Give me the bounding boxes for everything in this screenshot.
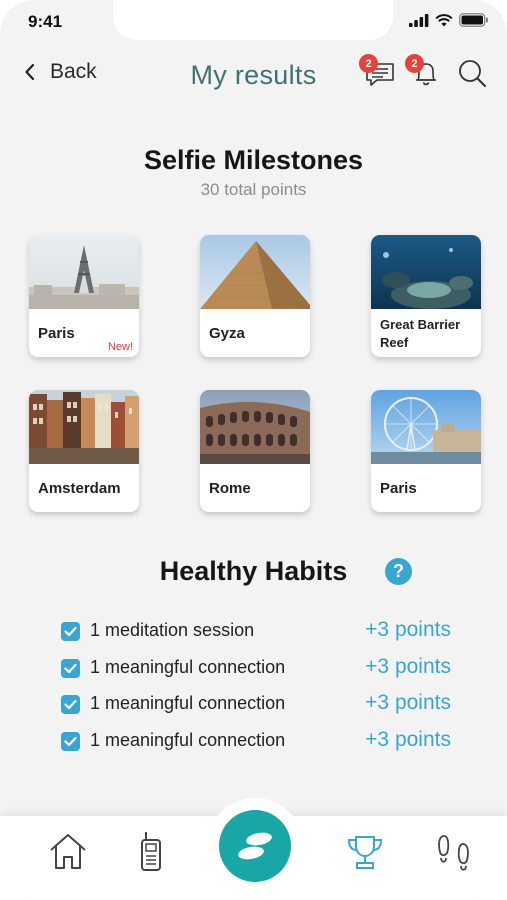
- milestone-card-gyza[interactable]: Gyza: [200, 235, 310, 357]
- coral-reef-photo: [371, 235, 481, 309]
- nav-footsteps[interactable]: [436, 832, 472, 879]
- checkmark-icon: [64, 626, 77, 637]
- healthy-habits-title: Healthy Habits: [159, 556, 348, 586]
- habit-points: +3 points: [365, 655, 451, 678]
- card-label: Rome: [209, 480, 251, 497]
- card-label: Great Barrier Reef: [380, 317, 461, 350]
- milestone-card-great-barrier-reef[interactable]: Great Barrier Reef: [371, 235, 481, 357]
- habit-checkbox[interactable]: [61, 622, 80, 641]
- ferris-wheel-photo: [371, 390, 481, 464]
- new-badge: New!: [107, 341, 133, 353]
- milestone-card-amsterdam[interactable]: Amsterdam: [29, 390, 139, 512]
- card-label: Amsterdam: [38, 480, 121, 497]
- home-icon: [50, 834, 86, 869]
- help-icon[interactable]: ?: [385, 558, 412, 585]
- habit-points: +3 points: [365, 728, 451, 751]
- habit-points: +3 points: [365, 618, 451, 641]
- notifications-button[interactable]: 2: [405, 54, 443, 90]
- canal-houses-photo: [29, 390, 139, 464]
- phone-screen: 9:41 Back My results 2 2 Selfie Mileston…: [0, 0, 507, 900]
- nav-trophy[interactable]: [345, 832, 385, 877]
- habit-row: 1 meaningful connection +3 points: [61, 691, 451, 719]
- footprint-logo-icon: [238, 832, 272, 860]
- messages-badge: 2: [359, 54, 378, 73]
- milestone-card-paris-2[interactable]: Paris: [371, 390, 481, 512]
- wifi-icon: [435, 13, 453, 26]
- total-points: 30 total points: [200, 180, 307, 199]
- habit-label: 1 meditation session: [90, 620, 255, 640]
- footsteps-icon: [438, 835, 469, 871]
- header: Back My results 2 2: [0, 50, 507, 100]
- nav-center-button[interactable]: [219, 810, 291, 882]
- notch: [113, 0, 393, 40]
- status-icons: [409, 13, 489, 27]
- card-label: Gyza: [209, 325, 245, 342]
- notifications-badge: 2: [405, 54, 424, 73]
- status-time: 9:41: [28, 12, 63, 31]
- eiffel-tower-photo: [29, 235, 139, 309]
- messages-button[interactable]: 2: [359, 54, 397, 90]
- nav-home[interactable]: [48, 830, 88, 877]
- search-icon: [459, 60, 486, 87]
- selfie-milestones-title: Selfie Milestones: [143, 145, 364, 175]
- checkmark-icon: [64, 699, 77, 710]
- battery-icon: [459, 13, 488, 27]
- milestone-card-rome[interactable]: Rome: [200, 390, 310, 512]
- card-label: Paris: [38, 325, 75, 342]
- nav-walkie-talkie[interactable]: [134, 830, 168, 879]
- cellular-signal-icon: [409, 13, 429, 27]
- habit-row: 1 meaningful connection +3 points: [61, 655, 451, 683]
- habit-label: 1 meaningful connection: [90, 730, 286, 750]
- habit-label: 1 meaningful connection: [90, 693, 286, 713]
- checkmark-icon: [64, 736, 77, 747]
- habit-checkbox[interactable]: [61, 732, 80, 751]
- colosseum-photo: [200, 390, 310, 464]
- habit-checkbox[interactable]: [61, 659, 80, 678]
- habit-points: +3 points: [365, 691, 451, 714]
- checkmark-icon: [64, 663, 77, 674]
- habit-row: 1 meaningful connection +3 points: [61, 728, 451, 756]
- walkie-talkie-icon: [141, 832, 161, 871]
- card-label: Paris: [380, 480, 417, 497]
- habit-row: 1 meditation session +3 points: [61, 618, 451, 646]
- status-bar: 9:41: [0, 0, 507, 44]
- trophy-icon: [347, 836, 383, 869]
- habit-label: 1 meaningful connection: [90, 657, 286, 677]
- header-actions: 2 2: [359, 54, 489, 90]
- milestone-card-paris[interactable]: Paris New!: [29, 235, 139, 357]
- search-button[interactable]: [455, 56, 489, 90]
- pyramid-photo: [200, 235, 310, 309]
- habit-checkbox[interactable]: [61, 695, 80, 714]
